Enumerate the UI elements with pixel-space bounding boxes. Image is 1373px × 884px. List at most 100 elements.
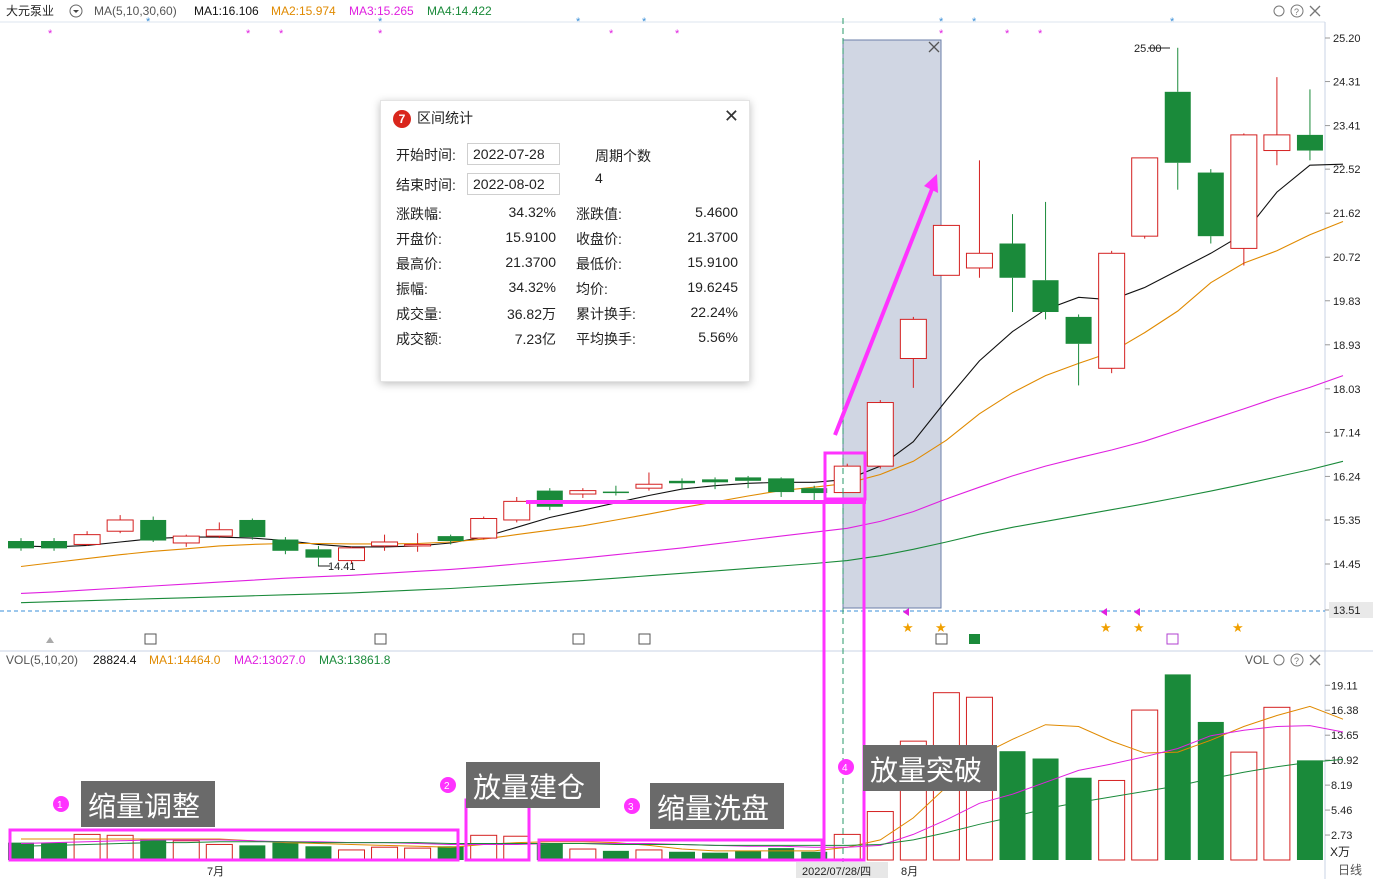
vol-ma3: MA3:13861.8 bbox=[319, 653, 391, 667]
volume-bar-up bbox=[569, 848, 597, 861]
dialog-close-icon[interactable]: ✕ bbox=[724, 106, 739, 127]
price-tick-label: 20.72 bbox=[1333, 252, 1361, 264]
stat-value: 21.3700 bbox=[687, 229, 738, 245]
period-count-label: 周期个数 bbox=[595, 148, 651, 164]
vol-unit: X万 bbox=[1330, 845, 1350, 859]
price-tick-label: 24.31 bbox=[1333, 77, 1361, 89]
scroll-up-icon[interactable] bbox=[46, 637, 54, 643]
candle-body-up bbox=[503, 500, 531, 521]
note-4-text: 放量突破 bbox=[870, 755, 982, 786]
notice-icon[interactable] bbox=[969, 634, 980, 644]
note-1-text: 缩量调整 bbox=[88, 791, 200, 822]
candle-body-up bbox=[1263, 134, 1291, 152]
note-4: 4 放量突破 bbox=[838, 745, 997, 791]
candle-body-up bbox=[371, 541, 399, 547]
price-tick-label: 21.62 bbox=[1333, 208, 1361, 220]
candle-body-down bbox=[768, 478, 795, 493]
period-label: 日线 bbox=[1338, 863, 1362, 877]
dialog-title-text: 区间统计 bbox=[417, 110, 473, 126]
candle-body-down bbox=[1065, 316, 1092, 344]
star-marker-magenta: * bbox=[279, 28, 284, 40]
vol-right-label: VOL bbox=[1245, 653, 1269, 667]
star-marker-magenta: * bbox=[609, 28, 614, 40]
gold-star-icon: ★ bbox=[935, 620, 947, 635]
gold-star-icon: ★ bbox=[1100, 620, 1112, 635]
flag-icon bbox=[903, 608, 909, 616]
candle-body-up bbox=[73, 534, 101, 545]
volume-bar-up bbox=[1230, 751, 1258, 861]
end-time-label: 结束时间: bbox=[396, 177, 456, 193]
vol-ma2: MA2:13027.0 bbox=[234, 653, 306, 667]
volume-bar-up bbox=[73, 833, 101, 861]
candle-body-down bbox=[669, 480, 695, 484]
stat-value: 36.82万 bbox=[506, 306, 556, 322]
vol-settings-icon[interactable] bbox=[1273, 654, 1285, 666]
candle-body-down bbox=[999, 243, 1026, 278]
price-tick-label: 17.14 bbox=[1333, 427, 1361, 439]
candle-body-up bbox=[1230, 134, 1258, 249]
candle-body-down bbox=[8, 541, 34, 549]
vol-close-icon[interactable] bbox=[1309, 654, 1321, 666]
candle-body-up bbox=[932, 224, 960, 276]
candle-body-up bbox=[338, 547, 365, 562]
candle-body-up bbox=[106, 519, 134, 532]
volume-bar-up bbox=[404, 847, 432, 861]
candle-body-up bbox=[569, 490, 597, 495]
candle-body-up bbox=[205, 529, 233, 537]
note-1: 1 缩量调整 bbox=[53, 781, 215, 827]
news-icon[interactable] bbox=[638, 633, 651, 645]
volume-bar-up bbox=[205, 843, 233, 861]
close-icon[interactable] bbox=[1309, 5, 1321, 17]
stat-key: 收盘价: bbox=[576, 231, 622, 247]
note-3: 3 缩量洗盘 bbox=[624, 783, 784, 829]
calendar-icon[interactable] bbox=[1166, 633, 1179, 645]
news-icon[interactable] bbox=[374, 633, 387, 645]
star-marker-magenta: * bbox=[1038, 28, 1043, 40]
vol-value: 28824.4 bbox=[93, 653, 137, 667]
note-3-num: 3 bbox=[628, 802, 634, 813]
star-marker-blue: * bbox=[378, 16, 383, 28]
chart-stage: 大元泵业 MA(5,10,30,60) MA1:16.106 MA2:15.97… bbox=[0, 0, 1373, 879]
price-tick-label: 25.20 bbox=[1333, 33, 1361, 45]
news-icon[interactable] bbox=[935, 633, 948, 645]
news-icon[interactable] bbox=[572, 633, 585, 645]
stat-value: 15.9100 bbox=[687, 254, 738, 270]
stat-key: 平均换手: bbox=[576, 331, 636, 347]
volume-bar-up bbox=[866, 811, 894, 861]
candle-body-down bbox=[1032, 280, 1059, 313]
candle-body-down bbox=[140, 519, 167, 541]
candle-body-down bbox=[272, 539, 299, 551]
interval-stats-dialog[interactable]: 7 区间统计 ✕ 开始时间: 2022-07-28 结束时间: 2022-08-0… bbox=[380, 100, 750, 382]
star-marker-magenta: * bbox=[939, 28, 944, 40]
candle-body-up bbox=[404, 543, 432, 547]
note-3-text: 缩量洗盘 bbox=[657, 793, 769, 824]
stat-key: 均价: bbox=[576, 281, 608, 297]
candle-body-down bbox=[1296, 134, 1323, 151]
star-marker-magenta: * bbox=[675, 28, 680, 40]
volume-tick-label: 19.11 bbox=[1331, 680, 1358, 692]
volume-tick-label: 13.65 bbox=[1331, 730, 1359, 742]
volume-bar-down bbox=[272, 842, 299, 860]
star-marker-blue: * bbox=[939, 16, 944, 28]
candle-body-up bbox=[172, 535, 200, 544]
candle-body-up bbox=[866, 402, 894, 467]
start-time-field[interactable]: 2022-07-28 bbox=[467, 143, 560, 165]
settings-icon[interactable] bbox=[1273, 5, 1285, 17]
stats-row: 开盘价: 15.9100 收盘价: 21.3700 bbox=[396, 229, 738, 249]
vol-help-icon-glyph: ? bbox=[1294, 656, 1299, 666]
volume-bar-down bbox=[8, 842, 34, 860]
end-time-field[interactable]: 2022-08-02 bbox=[467, 173, 560, 195]
stat-key: 成交额: bbox=[396, 331, 442, 347]
app-logo-icon: 7 bbox=[393, 110, 411, 129]
volume-tick-label: 8.19 bbox=[1331, 780, 1352, 792]
note-1-num: 1 bbox=[57, 800, 63, 811]
volume-bar-up bbox=[503, 835, 531, 861]
price-tick-label: 23.41 bbox=[1333, 121, 1361, 133]
stats-row: 最高价: 21.3700 最低价: 15.9100 bbox=[396, 254, 738, 274]
volume-bar-up bbox=[1131, 709, 1159, 861]
candle-body-up bbox=[1131, 157, 1159, 237]
candle-body-up bbox=[1098, 252, 1126, 369]
news-icon[interactable] bbox=[144, 633, 157, 645]
candle-body-down bbox=[536, 490, 563, 507]
price-tick-label: 16.24 bbox=[1333, 471, 1361, 483]
